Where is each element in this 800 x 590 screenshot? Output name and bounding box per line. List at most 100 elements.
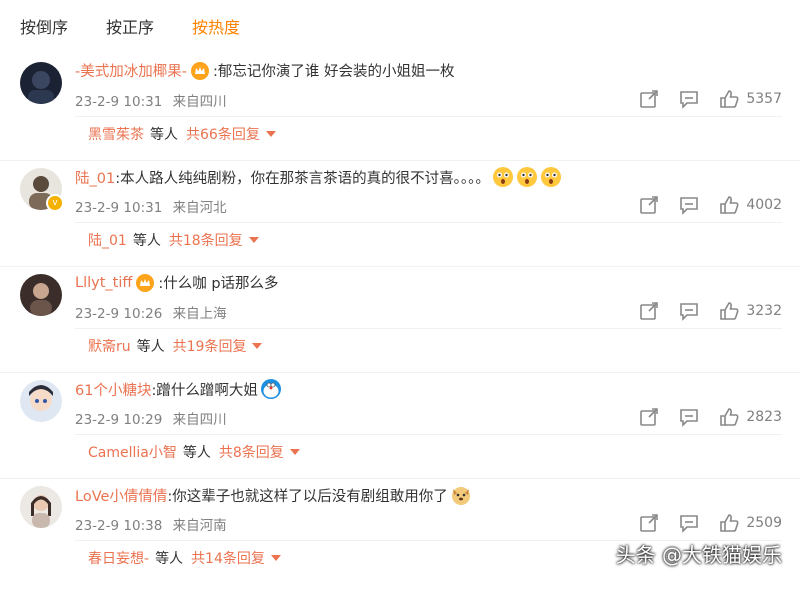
reply-username[interactable]: 春日妄想- bbox=[88, 548, 149, 568]
thumbs-up-icon[interactable] bbox=[718, 406, 740, 428]
comment-item: 61个小糖块 :蹭什么蹭啊大姐 23-2-9 10:29 来自四川 2823 C… bbox=[0, 378, 800, 484]
comment-text: :什么咖 p话那么多 bbox=[158, 276, 279, 292]
dog-emoji-icon bbox=[450, 484, 472, 506]
shocked-emoji-icon bbox=[492, 166, 514, 188]
chevron-down-icon bbox=[248, 237, 259, 243]
comment-item: -美式加冰加椰果- :郁忘记你演了谁 好会装的小姐姐一枚 23-2-9 10:3… bbox=[0, 60, 800, 166]
username[interactable]: 陆_01 bbox=[75, 167, 115, 188]
comment-time: 23-2-9 10:38 bbox=[75, 518, 163, 534]
comment-item: Lllyt_tiff :什么咖 p话那么多 23-2-9 10:26 来自上海 … bbox=[0, 272, 800, 378]
username[interactable]: LoVe小倩倩倩 bbox=[75, 485, 167, 506]
comment-meta: 23-2-9 10:38 来自河南 bbox=[75, 514, 227, 534]
crown-badge-icon bbox=[190, 61, 209, 80]
share-icon[interactable] bbox=[638, 406, 660, 428]
like-count: 2509 bbox=[746, 515, 782, 531]
crown-badge-icon bbox=[136, 273, 155, 292]
reply-connector: 等人 bbox=[155, 551, 184, 567]
comment-item: LoVe小倩倩倩 :你这辈子也就这样了以后没有剧组敢用你了 23-2-9 10:… bbox=[0, 484, 800, 590]
comment-time: 23-2-9 10:31 bbox=[75, 94, 163, 110]
comment-text: :你这辈子也就这样了以后没有剧组敢用你了 bbox=[167, 488, 448, 505]
comment-location: 来自河北 bbox=[172, 200, 227, 216]
comment-location: 来自四川 bbox=[172, 94, 227, 110]
reply-summary[interactable]: 黑雪茱茶 等人 共66条回复 bbox=[88, 124, 276, 144]
row-divider bbox=[0, 266, 800, 267]
share-icon[interactable] bbox=[638, 300, 660, 322]
reply-count-link[interactable]: 共14条回复 bbox=[191, 548, 265, 568]
divider bbox=[75, 328, 782, 329]
chevron-down-icon bbox=[270, 555, 281, 561]
reply-count-link[interactable]: 共8条回复 bbox=[219, 442, 284, 462]
divider bbox=[75, 116, 782, 117]
avatar[interactable] bbox=[20, 380, 62, 422]
reply-summary[interactable]: 默斋ru 等人 共19条回复 bbox=[88, 336, 263, 356]
thumbs-up-icon[interactable] bbox=[718, 194, 740, 216]
divider bbox=[75, 434, 782, 435]
share-icon[interactable] bbox=[638, 88, 660, 110]
chevron-down-icon bbox=[252, 343, 263, 349]
tab-by-popularity[interactable]: 按热度 bbox=[192, 14, 240, 38]
avatar[interactable] bbox=[20, 274, 62, 316]
watermark: 头条 @大铁猫娱乐 bbox=[615, 543, 782, 567]
shocked-emoji-icon bbox=[516, 166, 538, 188]
avatar[interactable] bbox=[20, 486, 62, 528]
comment-text: :蹭什么蹭啊大姐 bbox=[151, 382, 258, 399]
comment-time: 23-2-9 10:31 bbox=[75, 200, 163, 216]
comment-text: :郁忘记你演了谁 好会装的小姐姐一枚 bbox=[212, 64, 455, 80]
thumbs-up-icon[interactable] bbox=[718, 300, 740, 322]
comment-time: 23-2-9 10:29 bbox=[75, 412, 163, 428]
comment-icon[interactable] bbox=[678, 88, 700, 110]
doraemon-emoji-icon bbox=[260, 378, 282, 400]
comment-meta: 23-2-9 10:29 来自四川 bbox=[75, 408, 227, 428]
divider bbox=[75, 222, 782, 223]
thumbs-up-icon[interactable] bbox=[718, 88, 740, 110]
like-count: 2823 bbox=[746, 409, 782, 425]
comment-icon[interactable] bbox=[678, 194, 700, 216]
chevron-down-icon bbox=[289, 449, 300, 455]
comment-meta: 23-2-9 10:31 来自河北 bbox=[75, 196, 227, 216]
reply-summary[interactable]: 陆_01 等人 共18条回复 bbox=[88, 230, 259, 250]
reply-count-link[interactable]: 共66条回复 bbox=[186, 124, 260, 144]
reply-summary[interactable]: Camellia小智 等人 共8条回复 bbox=[88, 442, 300, 462]
reply-connector: 等人 bbox=[136, 339, 165, 355]
verified-badge-icon: v bbox=[46, 194, 64, 212]
comment-icon[interactable] bbox=[678, 512, 700, 534]
comment-meta: 23-2-9 10:31 来自四川 bbox=[75, 90, 227, 110]
comment-meta: 23-2-9 10:26 来自上海 bbox=[75, 302, 227, 322]
row-divider bbox=[0, 160, 800, 161]
like-count: 4002 bbox=[746, 197, 782, 213]
reply-count-link[interactable]: 共18条回复 bbox=[169, 230, 243, 250]
reply-username[interactable]: 默斋ru bbox=[88, 336, 131, 356]
like-count: 3232 bbox=[746, 303, 782, 319]
reply-connector: 等人 bbox=[182, 445, 211, 461]
reply-username[interactable]: 陆_01 bbox=[88, 230, 127, 250]
thumbs-up-icon[interactable] bbox=[718, 512, 740, 534]
reply-summary[interactable]: 春日妄想- 等人 共14条回复 bbox=[88, 548, 281, 568]
avatar[interactable] bbox=[20, 62, 62, 104]
reply-username[interactable]: Camellia小智 bbox=[88, 442, 177, 462]
row-divider bbox=[0, 372, 800, 373]
share-icon[interactable] bbox=[638, 194, 660, 216]
comment-text: :本人路人纯纯剧粉，你在那茶言茶语的真的很不讨喜。。。。 bbox=[115, 170, 490, 187]
comment-location: 来自上海 bbox=[172, 306, 227, 322]
reply-connector: 等人 bbox=[150, 127, 178, 143]
tab-reverse-order[interactable]: 按倒序 bbox=[20, 14, 68, 38]
comment-icon[interactable] bbox=[678, 406, 700, 428]
tab-chronological[interactable]: 按正序 bbox=[106, 14, 154, 38]
share-icon[interactable] bbox=[638, 512, 660, 534]
username[interactable]: Lllyt_tiff bbox=[75, 275, 132, 291]
sort-tabs: 按倒序 按正序 按热度 bbox=[20, 14, 240, 38]
comment-item: v 陆_01 :本人路人纯纯剧粉，你在那茶言茶语的真的很不讨喜。。。。 23-2… bbox=[0, 166, 800, 272]
reply-username[interactable]: 黑雪茱茶 bbox=[88, 124, 144, 144]
row-divider bbox=[0, 478, 800, 479]
comment-time: 23-2-9 10:26 bbox=[75, 306, 163, 322]
chevron-down-icon bbox=[265, 131, 276, 137]
username[interactable]: -美式加冰加椰果- bbox=[75, 60, 187, 81]
comment-location: 来自河南 bbox=[172, 518, 227, 534]
shocked-emoji-icon bbox=[540, 166, 562, 188]
like-count: 5357 bbox=[746, 91, 782, 107]
reply-connector: 等人 bbox=[132, 233, 161, 249]
reply-count-link[interactable]: 共19条回复 bbox=[173, 336, 247, 356]
comment-icon[interactable] bbox=[678, 300, 700, 322]
comment-location: 来自四川 bbox=[172, 412, 227, 428]
username[interactable]: 61个小糖块 bbox=[75, 379, 151, 400]
